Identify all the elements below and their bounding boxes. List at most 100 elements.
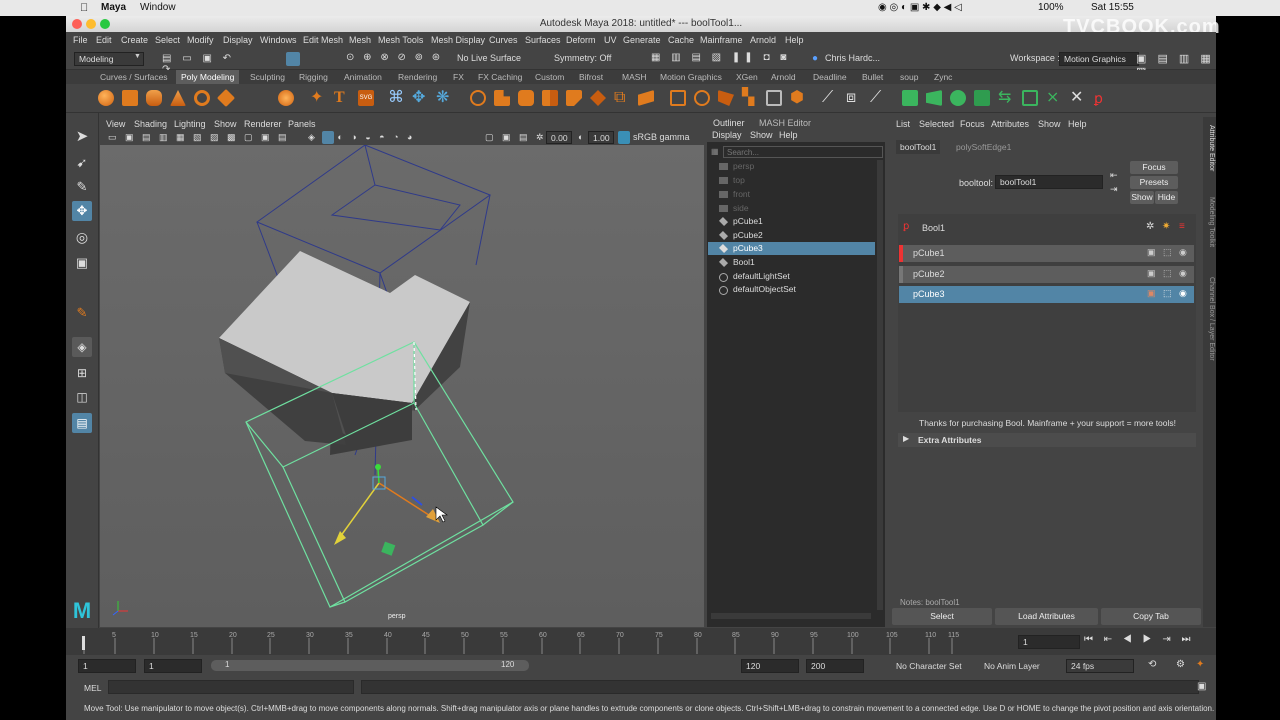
lasso-tool-icon[interactable]: ➹ <box>72 153 92 173</box>
operand-visibility-icon[interactable]: ◉ <box>1179 268 1187 279</box>
render-icons[interactable]: ▦ ▥ ▤ ▧ ❚❚ ◘ ◙ <box>651 52 801 66</box>
last-tool-icon[interactable]: ✎ <box>72 303 92 323</box>
vp-menu-shading[interactable]: Shading <box>134 119 167 129</box>
shelf-tab-custom[interactable]: Custom <box>533 70 566 84</box>
poly-sphere-icon[interactable] <box>98 90 114 106</box>
playback-start-field[interactable]: 1 <box>144 659 202 673</box>
shelf-tab-bullet[interactable]: Bullet <box>860 70 885 84</box>
smooth-icon[interactable]: ❋ <box>436 90 452 106</box>
shelf-tab-zync[interactable]: Zync <box>932 70 954 84</box>
time-ruler[interactable]: 5 10 15 20 25 30 35 40 45 50 55 60 65 70… <box>80 630 959 654</box>
bool-difference-icon[interactable] <box>494 90 510 106</box>
combine-icon[interactable]: ⌘ <box>388 90 404 106</box>
poly-plane-icon[interactable] <box>216 88 236 108</box>
fps-selector[interactable]: 24 fps <box>1066 659 1134 673</box>
planar-map-icon[interactable] <box>926 90 942 106</box>
outliner-layout-icon[interactable]: ▤ <box>72 413 92 433</box>
shelf-tab-arnold[interactable]: Arnold <box>769 70 798 84</box>
outliner-item-defaultlightset[interactable]: defaultLightSet <box>719 270 790 283</box>
unfold-icon[interactable] <box>974 90 990 106</box>
script-editor-icon[interactable]: ▣ <box>1197 681 1206 692</box>
bool-intersection-icon[interactable] <box>518 90 534 106</box>
vp-menu-lighting[interactable]: Lighting <box>174 119 206 129</box>
operand-wire-icon[interactable]: ⬚ <box>1163 247 1172 258</box>
menu-cache[interactable]: Cache <box>668 35 694 45</box>
attr-menu-help[interactable]: Help <box>1068 119 1087 129</box>
bool-light-icon[interactable]: ✷ <box>1162 221 1170 232</box>
presets-button[interactable]: Presets <box>1130 176 1178 189</box>
outliner-search-input[interactable] <box>723 146 883 158</box>
outliner-item-pcube1[interactable]: pCube1 <box>718 215 763 228</box>
mac-app-name[interactable]: Maya <box>101 2 126 13</box>
move-tool-icon[interactable]: ✥ <box>72 201 92 221</box>
anim-layer-menu[interactable]: No Anim Layer <box>984 661 1040 671</box>
auto-key-icon[interactable]: ✦ <box>1196 659 1204 670</box>
focus-button[interactable]: Focus <box>1130 161 1178 174</box>
load-attributes-button[interactable]: Load Attributes <box>995 608 1098 625</box>
poly-cube-icon[interactable] <box>122 90 138 106</box>
slide-edge-icon[interactable]: ⬢ <box>790 90 806 106</box>
menu-display[interactable]: Display <box>223 35 253 45</box>
colorspace-label[interactable]: sRGB gamma <box>633 132 690 142</box>
outliner-item-side[interactable]: side <box>719 202 749 215</box>
display-icons[interactable]: ▢ ▣ ▤ <box>485 132 535 144</box>
preferences-icon[interactable]: ⚙ <box>1176 659 1185 670</box>
current-frame-field[interactable]: 1 <box>1018 635 1080 649</box>
poly-torus-icon[interactable] <box>194 90 210 106</box>
workspace-selector[interactable]: Motion Graphics <box>1059 52 1139 66</box>
mac-window-menu[interactable]: Window <box>140 2 176 13</box>
menu-select[interactable]: Select <box>155 35 180 45</box>
shelf-tab-xgen[interactable]: XGen <box>734 70 760 84</box>
outliner-menu-display[interactable]: Display <box>712 130 742 140</box>
menu-file[interactable]: File <box>73 35 88 45</box>
color-management-icon[interactable] <box>618 131 630 144</box>
shelf-tab-deadline[interactable]: Deadline <box>811 70 849 84</box>
shelf-tab-sculpting[interactable]: Sculpting <box>248 70 287 84</box>
select-button[interactable]: Select <box>892 608 992 625</box>
select-tool-icon[interactable]: ➤ <box>72 127 92 147</box>
playback-controls[interactable]: ⏮ ⇤ ◀ ▶ ⇥ ⏭ <box>1084 634 1208 648</box>
side-tab-attribute-editor[interactable]: Attribute Editor <box>1204 125 1215 185</box>
bridge-icon[interactable] <box>542 90 558 106</box>
operand-wire-icon[interactable]: ⬚ <box>1163 268 1172 279</box>
outliner-item-persp[interactable]: persp <box>719 160 754 173</box>
auto-map-icon[interactable] <box>950 90 966 106</box>
menu-edit[interactable]: Edit <box>96 35 112 45</box>
file-icons[interactable]: ▤ ▭ ▣ ↶ ↷ <box>162 53 252 75</box>
multi-cut-icon[interactable] <box>670 90 686 106</box>
gamma-field[interactable]: 1.00 <box>588 131 614 144</box>
side-tab-channel-box[interactable]: Channel Box / Layer Editor <box>1204 277 1215 397</box>
perspective-viewport[interactable]: persp <box>100 145 704 627</box>
wireframe-on-shaded-icon[interactable] <box>322 131 334 144</box>
edge-loop-icon[interactable] <box>766 90 782 106</box>
operand-select-icon[interactable]: ▣ <box>1147 268 1156 279</box>
poly-cylinder-icon[interactable] <box>146 90 162 106</box>
shelf-tab-motion-graphics[interactable]: Motion Graphics <box>658 70 724 84</box>
shelf-tab-poly-modeling[interactable]: Poly Modeling <box>176 70 240 84</box>
menu-mesh-display[interactable]: Mesh Display <box>431 35 485 45</box>
select-mode-icon[interactable] <box>286 52 300 66</box>
vp-menu-view[interactable]: View <box>106 119 125 129</box>
vp-menu-show[interactable]: Show <box>214 119 237 129</box>
bool-settings-icon[interactable]: ✲ <box>1146 221 1154 232</box>
menu-generate[interactable]: Generate <box>623 35 661 45</box>
minimize-window-button[interactable] <box>86 19 96 29</box>
symmetrize-icon[interactable]: ✕ <box>1070 90 1086 106</box>
extrude-icon[interactable] <box>566 90 582 106</box>
operand-row-pcube2[interactable]: pCube2 ▣ ⬚ ◉ <box>899 266 1194 283</box>
outliner-menu-help[interactable]: Help <box>779 130 798 140</box>
vp-menu-renderer[interactable]: Renderer <box>244 119 282 129</box>
shelf-tab-rendering[interactable]: Rendering <box>396 70 439 84</box>
node-name-field[interactable]: boolTool1 <box>995 175 1103 189</box>
near-clip-field[interactable]: 0.00 <box>546 131 572 144</box>
apple-icon[interactable]:  <box>80 2 88 14</box>
menu-edit-mesh[interactable]: Edit Mesh <box>303 35 343 45</box>
menu-windows[interactable]: Windows <box>260 35 297 45</box>
outliner-item-defaultobjectset[interactable]: defaultObjectSet <box>719 283 796 296</box>
connect-icon[interactable] <box>718 90 734 106</box>
operand-visibility-icon[interactable]: ◉ <box>1179 288 1187 299</box>
svg-icon[interactable]: SVG <box>358 90 374 106</box>
cut-uv-icon[interactable]: ⨯ <box>1046 90 1062 106</box>
platonic-icon[interactable] <box>278 90 294 106</box>
menu-curves[interactable]: Curves <box>489 35 518 45</box>
